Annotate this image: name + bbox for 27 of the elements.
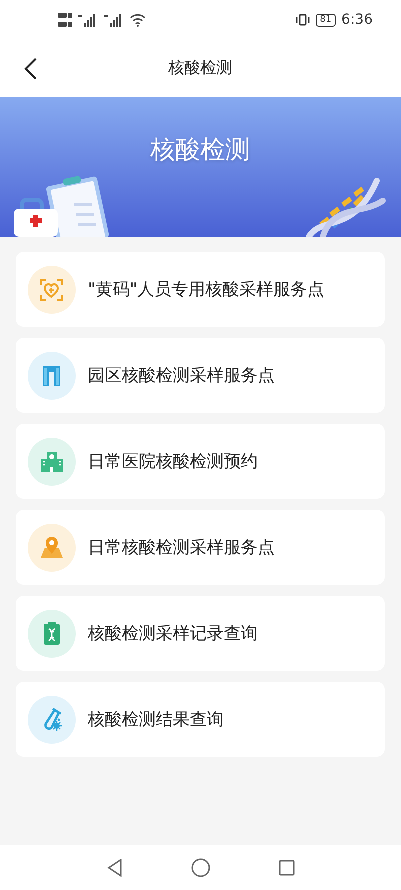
vibrate-icon [296, 14, 310, 26]
wifi-icon [130, 14, 146, 26]
signal-icon [78, 13, 98, 27]
banner-title: 核酸检测 [150, 134, 250, 165]
back-icon [24, 57, 38, 81]
back-icon [106, 858, 122, 876]
back-nav-button[interactable] [106, 858, 122, 876]
page-title: 核酸检测 [168, 58, 232, 79]
battery-level: 81 [316, 14, 336, 26]
service-card[interactable]: 园区核酸检测采样服务点 [16, 338, 385, 413]
card-label: 核酸检测结果查询 [88, 709, 224, 731]
service-card[interactable]: 日常医院核酸检测预约 [16, 424, 385, 499]
clock-time: 6:36 [342, 12, 373, 28]
service-card[interactable]: 日常核酸检测采样服务点 [16, 510, 385, 585]
card-label: 日常核酸检测采样服务点 [88, 537, 275, 559]
home-icon [190, 858, 210, 878]
recents-icon [278, 860, 294, 876]
service-card[interactable]: 核酸检测结果查询 [16, 682, 385, 757]
home-button[interactable] [190, 858, 210, 878]
card-label: 核酸检测采样记录查询 [88, 623, 258, 645]
service-card[interactable]: "黄码"人员专用核酸采样服务点 [16, 252, 385, 327]
card-label: 日常医院核酸检测预约 [88, 451, 258, 473]
card-label: "黄码"人员专用核酸采样服务点 [88, 279, 325, 301]
card-label: 园区核酸检测采样服务点 [88, 365, 275, 387]
service-card[interactable]: 核酸检测采样记录查询 [16, 596, 385, 671]
signal-icon [104, 13, 124, 27]
recents-button[interactable] [278, 860, 294, 876]
